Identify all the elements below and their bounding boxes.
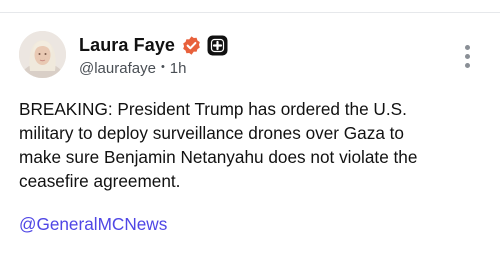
post-text-line: ceasefire agreement. — [19, 171, 181, 191]
verified-check-icon — [181, 35, 202, 56]
divider — [0, 12, 500, 13]
profile-photo-icon — [19, 31, 66, 78]
post-text-line: BREAKING: President Trump has ordered th… — [19, 99, 407, 119]
meta-separator: • — [160, 61, 165, 73]
more-vertical-icon-dot — [464, 62, 470, 68]
author-handle[interactable]: @laurafaye — [79, 60, 156, 77]
post-body-text: BREAKING: President Trump has ordered th… — [19, 97, 484, 193]
author-display-name[interactable]: Laura Faye — [79, 35, 175, 56]
avatar[interactable] — [19, 31, 66, 78]
post-timestamp[interactable]: 1h — [170, 60, 187, 77]
more-vertical-icon — [464, 44, 470, 50]
post-text-line: military to deploy surveillance drones o… — [19, 123, 404, 143]
post-text-line: make sure Benjamin Netanyahu does not vi… — [19, 147, 418, 167]
author-name-row: Laura Faye — [79, 33, 228, 57]
more-vertical-icon-dot — [464, 53, 470, 59]
more-options-button[interactable] — [456, 43, 478, 69]
post-card: Laura Faye @laurafaye • 1h BREAKING: Pre… — [0, 0, 500, 253]
plus-square-icon — [207, 35, 228, 56]
author-meta-row: @laurafaye • 1h — [79, 58, 186, 78]
mention-link[interactable]: @GeneralMCNews — [19, 212, 167, 236]
